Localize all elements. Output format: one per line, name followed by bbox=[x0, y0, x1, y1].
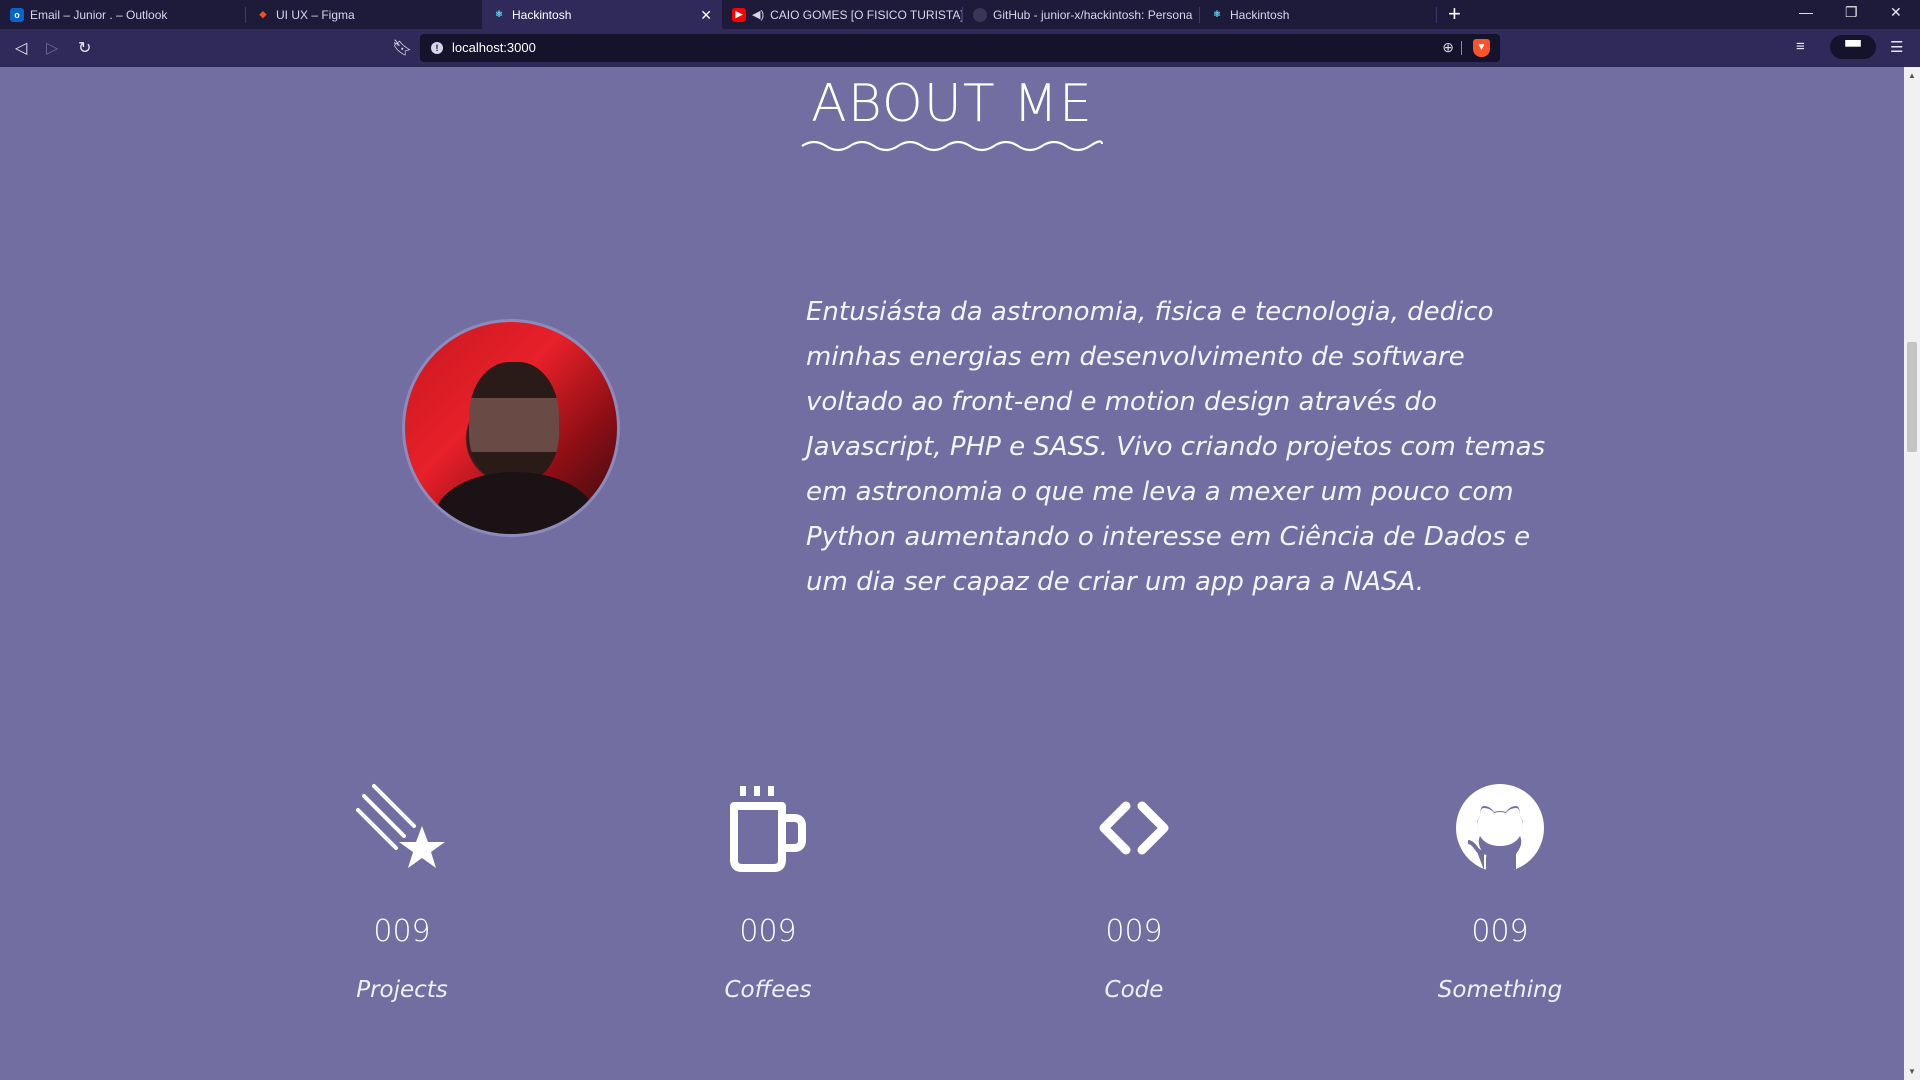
about-bio: Entusiásta da astronomia, fisica e tecno… bbox=[806, 297, 1546, 597]
brave-shield-icon[interactable]: ▼ bbox=[1473, 39, 1490, 57]
menu-icon[interactable]: ☰ bbox=[1890, 38, 1903, 56]
stat-value: 009 bbox=[739, 914, 797, 949]
site-info-icon[interactable]: ! bbox=[431, 42, 443, 54]
tab-title: CAIO GOMES [O FISICO TURISTA] bbox=[770, 7, 962, 22]
tab-figma[interactable]: ◆ UI UX – Figma bbox=[246, 0, 482, 29]
tab-separator bbox=[1436, 7, 1437, 23]
glasses-icon[interactable]: ▀▀ bbox=[1830, 35, 1876, 59]
minimize-button[interactable]: — bbox=[1799, 4, 1813, 20]
tab-title: Email – Junior . – Outlook bbox=[30, 7, 168, 22]
code-brackets-icon bbox=[1009, 780, 1259, 880]
github-icon bbox=[973, 7, 987, 22]
bookmark-icon[interactable]: 🔖︎ bbox=[392, 38, 412, 58]
scroll-down-icon[interactable]: ▼ bbox=[1908, 1067, 1916, 1076]
stat-label: Projects bbox=[356, 977, 448, 1003]
tab-title: GitHub - junior-x/hackintosh: Persona bbox=[993, 7, 1193, 22]
stat-value: 009 bbox=[1471, 914, 1529, 949]
tab-title: Hackintosh bbox=[512, 7, 572, 22]
stat-label: Something bbox=[1437, 977, 1563, 1003]
stat-projects: 009 Projects bbox=[277, 780, 527, 1003]
avatar-face bbox=[469, 362, 559, 482]
stat-label: Code bbox=[1104, 977, 1164, 1003]
tab-title: Hackintosh bbox=[1230, 7, 1290, 22]
stat-something: 009 Something bbox=[1375, 780, 1625, 1003]
speaker-icon[interactable]: ◀) bbox=[752, 8, 764, 21]
forward-button[interactable]: ▷ bbox=[46, 38, 58, 58]
stat-value: 009 bbox=[1105, 914, 1163, 949]
shooting-star-icon bbox=[277, 780, 527, 880]
tab-outlook[interactable]: o Email – Junior . – Outlook bbox=[0, 0, 245, 29]
tab-bar: o Email – Junior . – Outlook ◆ UI UX – F… bbox=[0, 0, 1920, 29]
reading-list-icon[interactable]: ≡ bbox=[1796, 38, 1805, 55]
tab-hackintosh[interactable]: ⚛ Hackintosh bbox=[1200, 0, 1436, 29]
stat-label: Coffees bbox=[724, 977, 812, 1003]
figma-icon: ◆ bbox=[259, 9, 267, 19]
react-icon: ⚛ bbox=[494, 9, 504, 19]
stat-value: 009 bbox=[373, 914, 431, 949]
back-button[interactable]: ◁ bbox=[15, 38, 27, 58]
scrollbar[interactable]: ▲ ▼ bbox=[1904, 67, 1920, 1080]
react-icon: ⚛ bbox=[1212, 9, 1222, 19]
new-tab-button[interactable]: + bbox=[1448, 2, 1461, 26]
url-text: localhost:3000 bbox=[452, 40, 536, 55]
tab-youtube[interactable]: ▶ ◀) CAIO GOMES [O FISICO TURISTA] bbox=[722, 0, 962, 29]
coffee-mug-icon bbox=[643, 780, 893, 880]
close-tab-icon[interactable]: ✕ bbox=[700, 7, 712, 24]
divider bbox=[1461, 41, 1462, 55]
avatar-body bbox=[435, 472, 595, 534]
youtube-icon: ▶ bbox=[732, 7, 746, 22]
tab-title: UI UX – Figma bbox=[276, 7, 355, 22]
reload-button[interactable]: ↻ bbox=[78, 38, 91, 58]
zoom-icon[interactable]: ⊕ bbox=[1442, 39, 1454, 56]
page-title: ABOUT ME bbox=[811, 74, 1093, 134]
outlook-icon: o bbox=[10, 7, 24, 22]
restore-button[interactable]: ❐ bbox=[1845, 4, 1858, 21]
avatar bbox=[402, 319, 620, 537]
github-icon bbox=[1375, 780, 1625, 880]
tab-github[interactable]: GitHub - junior-x/hackintosh: Persona bbox=[963, 0, 1199, 29]
stat-code: 009 Code bbox=[1009, 780, 1259, 1003]
close-window-button[interactable]: ✕ bbox=[1890, 4, 1902, 21]
tab-hackintosh-active[interactable]: ⚛ Hackintosh ✕ bbox=[482, 0, 722, 29]
title-underline-wave bbox=[801, 140, 1104, 152]
navigation-bar: ◁ ▷ ↻ 🔖︎ ! localhost:3000 ⊕ ▼ ≡ ▀▀ ☰ bbox=[0, 29, 1920, 67]
address-bar[interactable]: ! localhost:3000 ⊕ ▼ bbox=[420, 34, 1500, 62]
scrollbar-thumb[interactable] bbox=[1907, 342, 1917, 452]
stat-coffees: 009 Coffees bbox=[643, 780, 893, 1003]
scroll-up-icon[interactable]: ▲ bbox=[1908, 71, 1916, 80]
